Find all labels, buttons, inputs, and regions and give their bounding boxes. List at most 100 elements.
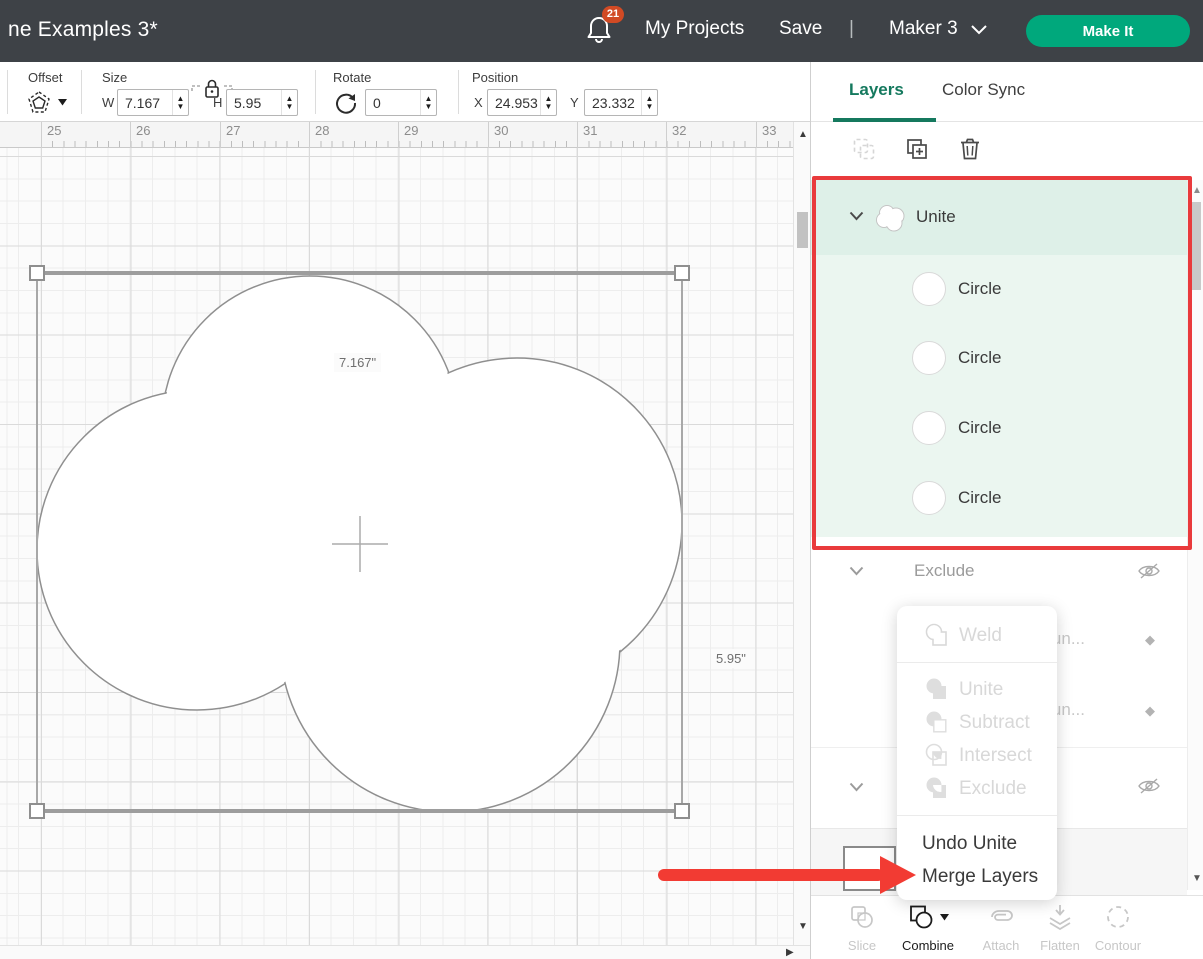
tab-layers[interactable]: Layers: [849, 80, 904, 100]
toolbar-divider: [315, 70, 316, 114]
unite-children-block: Circle Circle Circle Circle: [811, 255, 1187, 537]
position-x-stepper[interactable]: ▲▼: [540, 90, 556, 115]
layer-row-circle[interactable]: Circle: [811, 255, 1187, 323]
layer-label: Exclude: [914, 561, 974, 581]
design-canvas[interactable]: 25 26 27 28 29 30 31 32 33: [0, 122, 810, 959]
weld-icon: [925, 623, 949, 649]
hidden-eye-icon[interactable]: [1137, 776, 1161, 796]
circle-thumbnail: [912, 341, 946, 375]
offset-label: Offset: [28, 70, 62, 85]
scroll-down-icon[interactable]: ▼: [1192, 874, 1202, 884]
collapse-chevron-icon[interactable]: [849, 782, 864, 792]
duplicate-icon: [905, 137, 929, 161]
sync-diamond-icon: ◆: [1145, 703, 1155, 719]
toolbar-divider: [7, 70, 8, 114]
rotate-input[interactable]: 0 ▲▼: [365, 89, 437, 116]
height-letter: H: [213, 95, 222, 110]
collapse-chevron-icon[interactable]: [849, 566, 864, 576]
combine-button[interactable]: Combine: [893, 904, 963, 953]
layer-label: Unite: [916, 207, 956, 227]
machine-selector[interactable]: Maker 3: [889, 18, 988, 40]
rotate-stepper[interactable]: ▲▼: [420, 90, 436, 115]
circle-thumbnail: [912, 411, 946, 445]
toolbar-divider: [81, 70, 82, 114]
offset-icon: [26, 89, 52, 115]
width-input[interactable]: 7.167 ▲▼: [117, 89, 189, 116]
menu-item-intersect[interactable]: Intersect: [897, 739, 1057, 772]
notification-badge: 21: [602, 6, 624, 23]
scrollbar-thumb[interactable]: [797, 212, 808, 248]
layer-row-circle[interactable]: Circle: [811, 393, 1187, 463]
duplicate-button[interactable]: [905, 137, 929, 166]
hidden-eye-icon[interactable]: [1137, 561, 1161, 581]
layer-row-unite[interactable]: Unite: [811, 180, 1187, 255]
menu-item-unite[interactable]: Unite: [897, 673, 1057, 706]
layer-label: Circle: [958, 488, 1001, 508]
select-all-button[interactable]: [853, 138, 875, 165]
layer-row-circle[interactable]: Circle: [811, 323, 1187, 393]
slice-icon: [849, 904, 875, 930]
subtract-icon: [925, 710, 949, 736]
intersect-icon: [925, 743, 949, 769]
height-stepper[interactable]: ▲▼: [281, 90, 297, 115]
size-label: Size: [102, 70, 127, 85]
scroll-up-icon[interactable]: ▲: [798, 130, 808, 140]
layer-row-exclude[interactable]: Exclude: [811, 537, 1187, 605]
top-header: ne Examples 3* 21 My Projects Save | Mak…: [0, 0, 1203, 62]
tool-label: Contour: [1083, 938, 1153, 953]
selection-width-label: 7.167": [334, 353, 381, 372]
exclude-icon: [925, 776, 949, 802]
header-divider: |: [849, 18, 854, 40]
trash-icon: [959, 137, 981, 161]
position-x-input[interactable]: 24.953 ▲▼: [487, 89, 557, 116]
combine-context-menu: Weld Unite Subtract Intersect: [897, 606, 1057, 900]
combine-icon: [908, 904, 935, 930]
circle-thumbnail: [912, 481, 946, 515]
unite-icon: [925, 677, 949, 703]
width-stepper[interactable]: ▲▼: [172, 90, 188, 115]
canvas-vertical-scrollbar[interactable]: ▲ ▼: [793, 122, 810, 945]
panel-tabs: Layers Color Sync: [811, 62, 1203, 122]
panel-scrollbar[interactable]: ▲ ▼: [1187, 180, 1203, 890]
scrollbar-thumb[interactable]: [1191, 202, 1201, 290]
canvas-horizontal-scrollbar[interactable]: ▶: [0, 945, 810, 959]
collapse-chevron-icon[interactable]: [849, 211, 864, 221]
save-link[interactable]: Save: [779, 18, 822, 40]
scroll-up-icon[interactable]: ▲: [1192, 186, 1202, 196]
menu-item-merge-layers[interactable]: Merge Layers: [897, 860, 1057, 893]
width-letter: W: [102, 95, 114, 110]
my-projects-link[interactable]: My Projects: [645, 18, 744, 40]
ruler-number: 28: [315, 123, 329, 138]
scroll-right-icon[interactable]: ▶: [786, 948, 794, 958]
menu-item-subtract[interactable]: Subtract: [897, 706, 1057, 739]
ruler-number: 31: [583, 123, 597, 138]
ruler-number: 26: [136, 123, 150, 138]
height-input[interactable]: 5.95 ▲▼: [226, 89, 298, 116]
color-swatch[interactable]: [843, 846, 896, 891]
offset-button[interactable]: [26, 89, 67, 115]
menu-divider: [897, 815, 1057, 816]
toolbar-divider: [458, 70, 459, 114]
contour-icon: [1105, 904, 1131, 930]
panel-bottom-toolbar: Slice Combine Attach: [811, 895, 1203, 959]
chevron-down-icon: [970, 24, 988, 35]
quatrefoil-shape[interactable]: [0, 148, 793, 945]
position-y-input[interactable]: 23.332 ▲▼: [584, 89, 658, 116]
delete-button[interactable]: [959, 137, 981, 166]
edit-toolbar: Offset Size W 7.167 ▲▼ H 5.95 ▲▼ Rotate: [0, 62, 810, 122]
scroll-down-icon[interactable]: ▼: [798, 922, 808, 932]
attach-icon: [986, 904, 1016, 930]
rotate-icon[interactable]: [334, 91, 358, 115]
menu-item-weld[interactable]: Weld: [897, 619, 1057, 652]
sync-diamond-icon: ◆: [1145, 632, 1155, 648]
menu-item-undo-unite[interactable]: Undo Unite: [897, 827, 1057, 860]
contour-button[interactable]: Contour: [1083, 904, 1153, 953]
tab-color-sync[interactable]: Color Sync: [942, 80, 1025, 100]
layer-row-circle[interactable]: Circle: [811, 463, 1187, 533]
make-it-button[interactable]: Make It: [1026, 15, 1190, 47]
menu-item-exclude[interactable]: Exclude: [897, 772, 1057, 805]
rotate-label: Rotate: [333, 70, 371, 85]
position-y-stepper[interactable]: ▲▼: [641, 90, 657, 115]
slice-button[interactable]: Slice: [827, 904, 897, 953]
notifications-button[interactable]: 21: [586, 14, 620, 50]
